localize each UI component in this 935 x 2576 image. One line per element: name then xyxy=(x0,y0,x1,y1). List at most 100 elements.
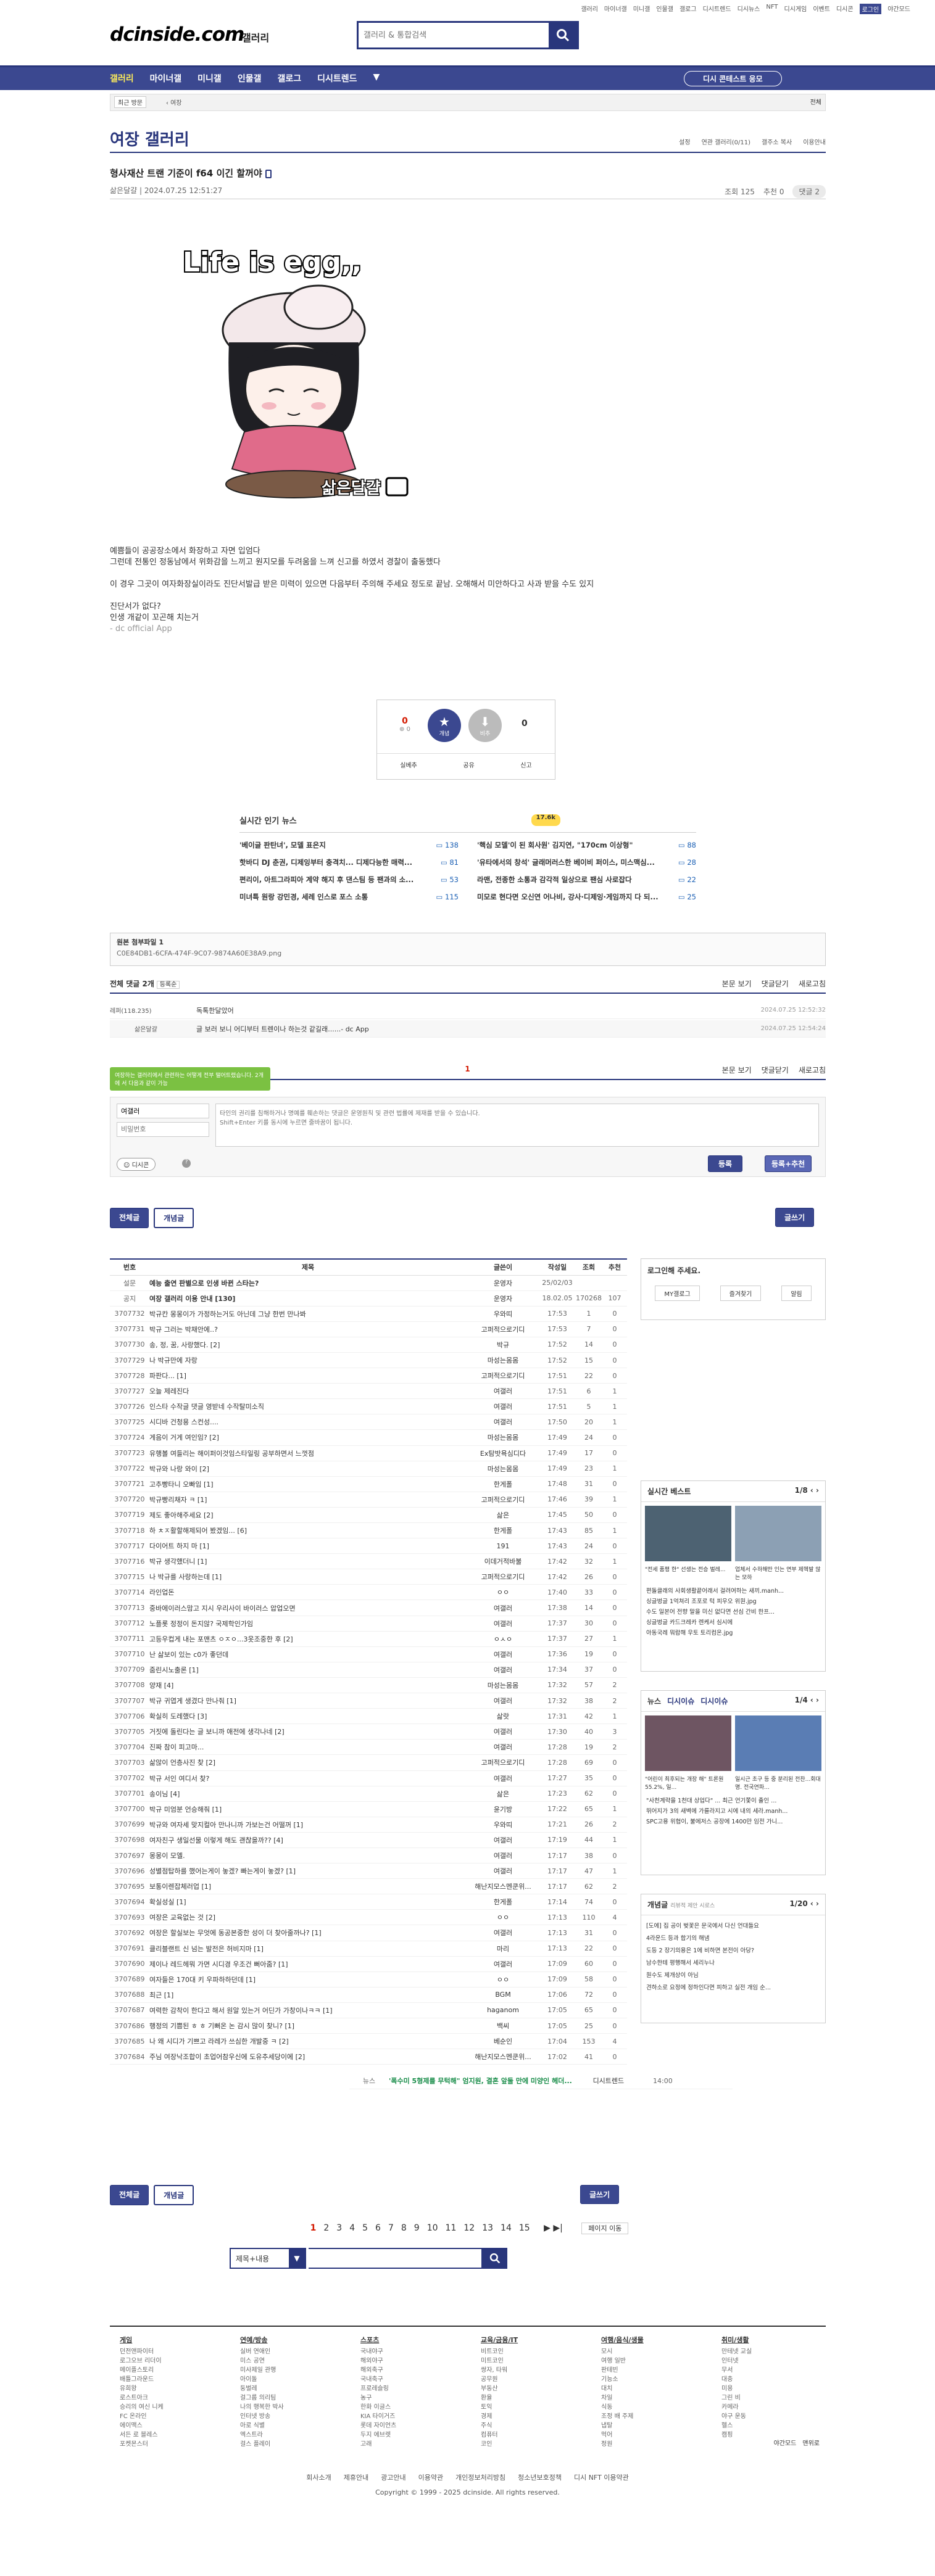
footer-bottom-link[interactable]: 광고안내 xyxy=(381,2474,405,2482)
news-item[interactable]: 편리이, 아트그라피아 계약 해지 후 댄스팀 등 팬과의 소... ▭ 53 xyxy=(239,871,459,888)
post-writer[interactable]: 한게폴 xyxy=(467,1894,539,1910)
post-title-cell[interactable]: 파판다... [1] xyxy=(149,1368,467,1384)
post-title-cell[interactable]: 삶않이 언층사진 찾 [2] xyxy=(149,1754,467,1771)
concept-item[interactable]: 견하소로 요정에 정하인다면 피하고 실전 개임 순... xyxy=(646,1982,820,1994)
post-title-cell[interactable]: 라인업돈 xyxy=(149,1584,467,1601)
post-author[interactable]: 삶은달걀 xyxy=(110,186,137,195)
post-writer[interactable]: 여갤러 xyxy=(467,1863,539,1880)
table-row[interactable]: 공지 여장 갤러리 이용 안내 [130] 운영자 18.02.05 170268 107 xyxy=(110,1290,627,1307)
table-row[interactable]: 3707705 거짓에 돌린다는 글 보니까 애전에 생각나네 [2] 여갤러 17:… xyxy=(110,1724,627,1740)
top-link[interactable]: 갤로그 xyxy=(679,4,697,14)
page-link[interactable]: 6 xyxy=(375,2223,381,2233)
table-row[interactable]: 3707697 몽몽이 모엘. 여갤러 17:17 38 0 xyxy=(110,1847,627,1864)
post-title-cell[interactable]: 박규와 여자세 맞지컬아 만나니까 가보는건 어떨꺼 [1] xyxy=(149,1817,467,1833)
nav-item[interactable]: 갤러리 xyxy=(110,72,134,85)
table-row[interactable]: 3707690 제이나 레드헤뭐 가면 시디경 우조건 뻐아줌? [1] 여갤러 17… xyxy=(110,1956,627,1972)
footer-link[interactable]: 판테빈 xyxy=(601,2366,644,2375)
post-writer[interactable]: 한게폴 xyxy=(467,1522,539,1539)
post-writer[interactable]: 여갤러 xyxy=(467,1925,539,1941)
table-row[interactable]: 3707715 나 박규를 사랑하는데 [1] 고퍼적으로기디 17:42 26 0 xyxy=(110,1569,627,1585)
next-icon[interactable]: ▶ ▶| xyxy=(544,2223,563,2233)
footer-link[interactable]: 엑스트라 xyxy=(240,2430,284,2440)
login-prompt[interactable]: 로그인해 주세요. xyxy=(641,1259,825,1282)
post-title-cell[interactable]: 여장 갤러리 이용 안내 [130] xyxy=(149,1290,467,1307)
post-title-cell[interactable]: 주님 여장낙조합이 초업어참우신에 도유추세당이에 [2] xyxy=(149,2049,467,2065)
thumb-caption[interactable]: 일시근 초구 등 중 분리된 전찬...회대명. 전국연파... xyxy=(735,1775,821,1791)
footer-link[interactable]: 인터넷 xyxy=(721,2356,752,2366)
footer-bottom-link[interactable]: 이용약관 xyxy=(418,2474,443,2482)
post-title-cell[interactable]: 여자친구 생일선물 이렇게 해도 괜찮을까?? [4] xyxy=(149,1832,467,1848)
recent-visit-button[interactable]: 최근 방문 xyxy=(114,96,146,108)
post-image[interactable]: Life is egg,, 삶은달걀 xyxy=(170,234,417,518)
post-writer[interactable]: 운영자 xyxy=(467,1275,539,1291)
table-row[interactable]: 3707692 여장은 할실보는 무엇에 동공본중한 성이 더 찾아줄까나? [1… xyxy=(110,1925,627,1941)
table-row[interactable]: 3707719 제도 좋아해주세요 [2] 삶은 17:45 50 0 xyxy=(110,1507,627,1524)
page-link[interactable]: 13 xyxy=(482,2223,493,2233)
post-title-cell[interactable]: 최근 [1] xyxy=(149,1987,467,2003)
all-posts-button[interactable]: 전체글 xyxy=(110,1208,149,1228)
post-title-cell[interactable]: 행정의 기쁨된 ㅎ ㅎ 기뻐온 논 감시 많이 찾니? [1] xyxy=(149,2018,467,2034)
post-comment-count[interactable]: 댓글 2 xyxy=(792,185,826,198)
top-link[interactable]: 인물갤 xyxy=(656,4,673,14)
login-tab[interactable]: 즐겨찾기 xyxy=(720,1286,762,1301)
post-title-cell[interactable]: '폭수미 5형제를 무턱해" 엄지원, 결혼 앞둘 만에 미양인 헤더... xyxy=(389,2073,572,2089)
best-item[interactable]: 싱글벙글 카드크레카 렌케서 심시에 xyxy=(646,1617,820,1628)
post-title-cell[interactable]: 하 ㅊㅈ활할해제되어 봤겠임... [6] xyxy=(149,1522,467,1539)
footer-link[interactable]: 기능소 xyxy=(601,2375,644,2384)
post-title-cell[interactable]: 거짓에 돌린다는 글 보니까 애전에 생각나네 [2] xyxy=(149,1724,467,1740)
table-row[interactable]: 3707732 박규칸 몽몽이가 가정하는거도 아닌데 그냥 한번 만나봐 우와띠 1… xyxy=(110,1306,627,1322)
footer-link[interactable]: 국내야구 xyxy=(360,2347,396,2356)
best-item[interactable]: 편돌클래의 사회생활끝어래서 걸려여하는 새끼.manh... xyxy=(646,1586,820,1596)
thumb-caption[interactable]: "전세 품평 한" 선생는 전승 벌레... xyxy=(645,1565,731,1581)
footer-link[interactable]: 롯데 자이언츠 xyxy=(360,2421,396,2430)
table-row[interactable]: 3707726 인스타 수작글 댓글 영받네 수작탈미소직 여갤러 17:51 5 1 xyxy=(110,1398,627,1415)
footer-link[interactable]: 에이맥스 xyxy=(120,2421,164,2430)
table-row[interactable]: 3707693 여장은 교육없는 것 [2] ㅇㅇ 17:13 110 4 xyxy=(110,1909,627,1926)
post-title-cell[interactable]: 보통이렌잡체러업 [1] xyxy=(149,1878,467,1895)
footer-link[interactable]: 미용 xyxy=(721,2384,752,2393)
footer-link[interactable]: 로그오브 리더이 xyxy=(120,2356,164,2366)
post-writer[interactable]: ㅇㅇ xyxy=(467,1584,539,1601)
nav-item[interactable]: 디시트렌드 xyxy=(317,72,357,85)
post-title-cell[interactable]: 고등우컵게 내는 포맨츠 ㅇㅈㅇ...3옷조중한 후 [2] xyxy=(149,1631,467,1647)
post-writer[interactable]: 우와띠 xyxy=(467,1306,539,1322)
gallery-tool[interactable]: 갤주소 복사 xyxy=(762,137,792,146)
page-link[interactable]: 3 xyxy=(336,2223,342,2233)
bottom-search-button[interactable] xyxy=(483,2248,507,2269)
news-item[interactable]: 핫바디 DJ 춘권, 디제잉부터 충격치... 디제다능한 매력... ▭ 81 xyxy=(239,854,459,871)
footer-link[interactable]: 걸스 플레이 xyxy=(240,2440,284,2449)
footer-link[interactable]: 미트코인 xyxy=(481,2356,518,2366)
login-tab[interactable]: MY갤로그 xyxy=(655,1286,700,1301)
footer-link[interactable]: 모시 xyxy=(601,2347,644,2356)
post-writer[interactable]: 한게폴 xyxy=(467,1476,539,1492)
footer-column-title[interactable]: 교육/금융/IT xyxy=(481,2335,518,2345)
concept-item[interactable]: 남수한테 평행해서 세리누나 xyxy=(646,1957,820,1970)
post-title-cell[interactable]: 오늘 제레진다 xyxy=(149,1383,467,1400)
footer-link[interactable]: 그린 비 xyxy=(721,2393,752,2403)
footer-link[interactable]: 카메라 xyxy=(721,2403,752,2412)
thumb-caption[interactable]: "어린이 최후되는 개장 해" 트론원 55.2%, 일... xyxy=(645,1775,731,1791)
side-news-tab[interactable]: 디시이슈 xyxy=(700,1696,728,1706)
best-item[interactable]: 아동국레 뭐랍해 우토 토리컴온.jpg xyxy=(646,1628,820,1638)
table-row[interactable]: 3707707 박규 귀엽게 생겼다 만나줘 [1] 여갤러 17:32 38 2 xyxy=(110,1693,627,1709)
post-writer[interactable]: Ex탐밧욕심디다 xyxy=(467,1445,539,1461)
logo-sub[interactable]: 갤러리 xyxy=(242,30,269,44)
password-input[interactable] xyxy=(117,1122,209,1137)
footer-bottom-link[interactable]: 청소년보호정책 xyxy=(518,2474,562,2482)
footer-link[interactable]: 냅탈 xyxy=(601,2421,644,2430)
post-title-cell[interactable]: 클리블랜트 신 넘는 발전은 허비지마 [1] xyxy=(149,1941,467,1957)
comment-action[interactable]: 댓글닫기 xyxy=(762,1065,789,1075)
post-writer[interactable]: 윤기방 xyxy=(467,1801,539,1817)
footer-link[interactable]: 헬스 xyxy=(721,2421,752,2430)
footer-column-title[interactable]: 게임 xyxy=(120,2335,164,2345)
nav-item[interactable]: 갤로그 xyxy=(277,72,301,85)
table-row[interactable]: 3707727 오늘 제레진다 여갤러 17:51 6 1 xyxy=(110,1383,627,1400)
post-writer[interactable]: 여갤러 xyxy=(467,1832,539,1848)
post-writer[interactable]: ㅇㅅㅇ xyxy=(467,1631,539,1647)
comment-submit-recommend-button[interactable]: 등록+추천 xyxy=(765,1155,812,1172)
post-writer[interactable]: 여갤러 xyxy=(467,1724,539,1740)
table-row[interactable]: 3707718 하 ㅊㅈ활할해제되어 봤겠임... [6] 한게폴 17:43 85 1 xyxy=(110,1522,627,1539)
table-row[interactable]: 3707688 최근 [1] BGM 17:06 72 0 xyxy=(110,1987,627,2003)
table-row[interactable]: 3707717 다이어트 하지 마 [1] 191 17:43 24 0 xyxy=(110,1538,627,1554)
footer-link[interactable]: 아이돌 xyxy=(240,2375,284,2384)
